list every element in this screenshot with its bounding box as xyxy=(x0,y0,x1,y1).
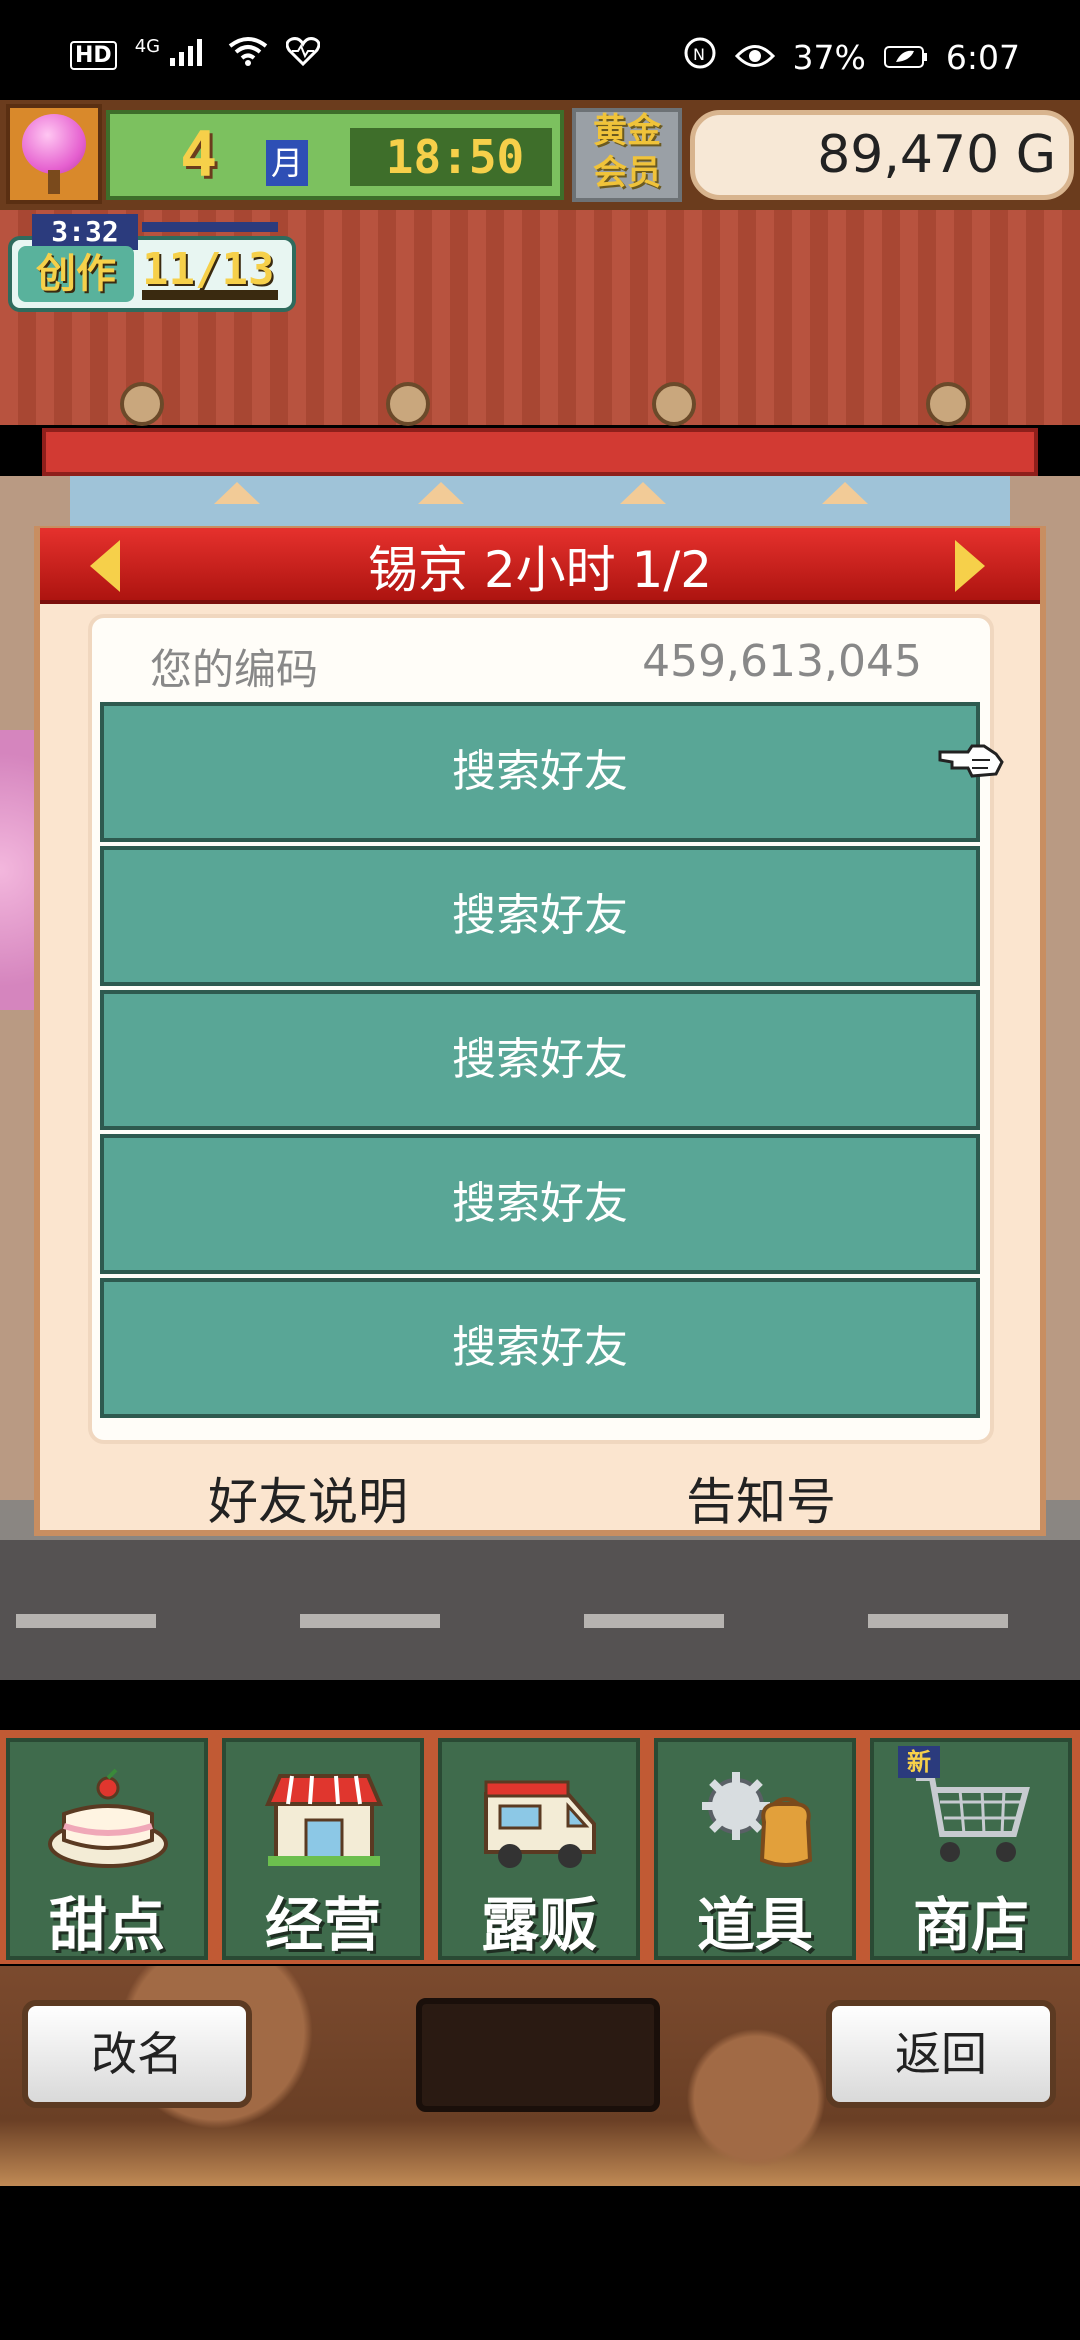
menu-manage[interactable]: 经营 xyxy=(222,1738,424,1960)
shop-icon xyxy=(264,1774,384,1866)
battery-percent: 37% xyxy=(792,37,866,77)
road-marking xyxy=(868,1614,1008,1628)
search-friend-button[interactable]: 搜索好友 xyxy=(100,702,980,842)
search-friend-button[interactable]: 搜索好友 xyxy=(100,990,980,1130)
signal-4g-icon: 4G xyxy=(135,36,210,74)
roof-lamp xyxy=(652,382,696,426)
road-marking xyxy=(300,1614,440,1628)
menu-items-label: 道具 xyxy=(696,1891,813,1959)
next-page-arrow-icon[interactable] xyxy=(955,540,985,592)
status-right: N 37% 6:07 xyxy=(683,36,1020,78)
net-label: 4G xyxy=(134,36,161,57)
hd-icon: HD xyxy=(70,40,117,70)
rename-button[interactable]: 改名 xyxy=(22,2000,252,2108)
status-time: 6:07 xyxy=(945,37,1020,77)
control-screen xyxy=(416,1998,660,2112)
game-clock: 18:50 xyxy=(385,130,525,184)
create-timer: 3:32 xyxy=(32,214,138,250)
notice-id-link[interactable]: 告知号 xyxy=(686,1462,836,1534)
menu-store-label: 商店 xyxy=(912,1891,1029,1959)
shop-awning xyxy=(42,428,1038,476)
status-bar: HD 4G N 37% 6:07 xyxy=(0,0,1080,100)
roof-lamp xyxy=(926,382,970,426)
tree-trunk xyxy=(48,170,60,194)
new-badge: 新 xyxy=(898,1746,940,1778)
pointing-hand-icon xyxy=(938,744,1004,778)
road-marking xyxy=(584,1614,724,1628)
cake-icon xyxy=(48,1768,168,1868)
code-label: 您的编码 xyxy=(150,645,319,694)
battery-icon xyxy=(883,38,928,77)
month-unit: 月 xyxy=(266,140,308,186)
heart-icon xyxy=(285,36,321,74)
month-number: 4 xyxy=(180,118,218,191)
money-value: 89,470 G xyxy=(817,125,1056,185)
svg-text:N: N xyxy=(693,45,705,64)
back-button[interactable]: 返回 xyxy=(826,2000,1056,2108)
menu-dessert[interactable]: 甜点 xyxy=(6,1738,208,1960)
friend-info-link[interactable]: 好友说明 xyxy=(208,1462,408,1534)
cart-icon xyxy=(916,1775,1030,1862)
blossom-tree-icon xyxy=(22,114,86,174)
status-left: HD 4G xyxy=(70,36,321,74)
search-friend-button[interactable]: 搜索好友 xyxy=(100,1134,980,1274)
create-progress-top xyxy=(142,222,278,232)
membership-label: 黄金会员 xyxy=(593,111,661,193)
search-friend-button[interactable]: 搜索好友 xyxy=(100,846,980,986)
roof-lamp xyxy=(386,382,430,426)
search-friend-button[interactable]: 搜索好友 xyxy=(100,1278,980,1418)
wifi-icon xyxy=(228,36,268,74)
roof-lamp xyxy=(120,382,164,426)
nfc-icon: N xyxy=(683,36,717,78)
menu-stall[interactable]: 露贩 xyxy=(438,1738,640,1960)
food-truck-icon xyxy=(484,1780,596,1868)
create-progress-bottom xyxy=(142,290,278,300)
create-title: 创作 xyxy=(18,246,134,302)
code-value: 459,613,045 xyxy=(642,636,922,687)
gear-bag-icon xyxy=(702,1772,813,1867)
create-count: 11/13 xyxy=(142,244,275,295)
dialog-title: 锡京 2小时 1/2 xyxy=(367,541,713,599)
road-marking xyxy=(16,1614,156,1628)
eye-icon xyxy=(734,38,775,77)
road xyxy=(0,1540,1080,1680)
menu-manage-label: 经营 xyxy=(264,1891,381,1959)
menu-dessert-label: 甜点 xyxy=(48,1891,165,1959)
menu-stall-label: 露贩 xyxy=(480,1891,597,1959)
menu-items[interactable]: 道具 xyxy=(654,1738,856,1960)
